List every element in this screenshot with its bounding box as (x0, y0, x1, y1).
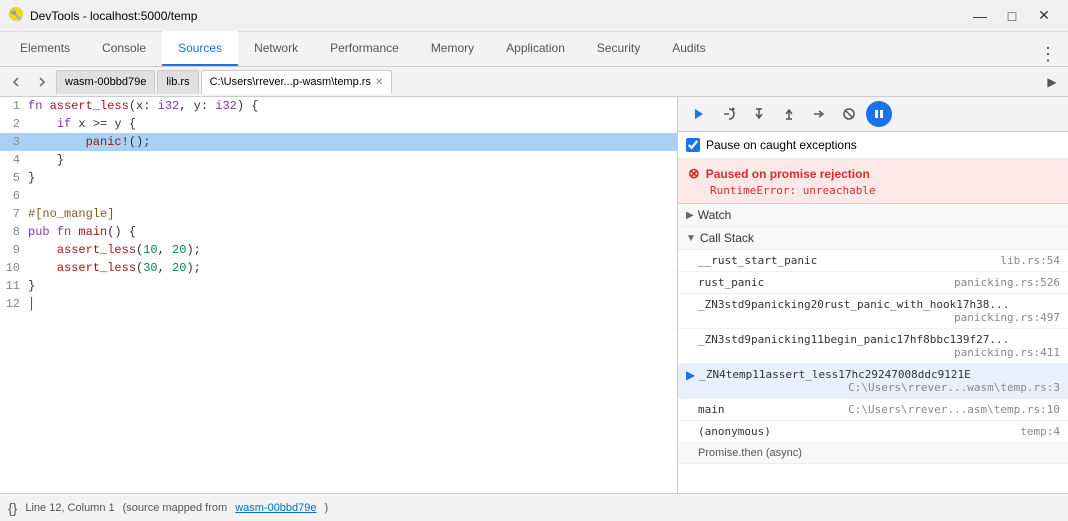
source-map-end: ) (325, 502, 329, 514)
tab-application[interactable]: Application (490, 31, 581, 66)
tab-sources[interactable]: Sources (162, 31, 238, 66)
file-tab-librs[interactable]: lib.rs (157, 70, 198, 94)
error-banner: ⊗ Paused on promise rejection RuntimeErr… (678, 159, 1068, 204)
step-button[interactable] (806, 101, 832, 127)
tab-audits[interactable]: Audits (656, 31, 721, 66)
maximize-button[interactable]: □ (996, 0, 1028, 32)
devtools-icon: 🔧 (8, 6, 24, 25)
source-map-text: (source mapped from (123, 502, 228, 514)
file-nav-right[interactable]: ▶ (1040, 70, 1064, 94)
file-tab-wasm[interactable]: wasm-00bbd79e (56, 70, 155, 94)
format-button[interactable]: {} (8, 500, 17, 516)
close-tab-icon[interactable]: ✕ (375, 77, 383, 88)
tab-elements[interactable]: Elements (4, 31, 86, 66)
code-line-9: 9 assert_less(10, 20); (0, 241, 677, 259)
stack-entry-3[interactable]: _ZN3std9panicking11begin_panic17hf8bbc13… (678, 329, 1068, 364)
current-frame-arrow: ▶ (686, 368, 695, 382)
source-link[interactable]: wasm-00bbd79e (235, 502, 316, 514)
pause-on-caught-label: Pause on caught exceptions (706, 138, 857, 152)
error-title-text: Paused on promise rejection (706, 167, 870, 181)
callstack-section-header[interactable]: ▼ Call Stack (678, 227, 1068, 250)
debug-toolbar (678, 97, 1068, 132)
right-panel-content: Pause on caught exceptions ⊗ Paused on p… (678, 132, 1068, 493)
code-line-2: 2 if x >= y { (0, 115, 677, 133)
code-line-6: 6 (0, 187, 677, 205)
pause-on-caught-checkbox[interactable] (686, 138, 700, 152)
file-tab-wasm-label: wasm-00bbd79e (65, 76, 146, 88)
devtools-tab-bar: Elements Console Sources Network Perform… (0, 32, 1068, 67)
code-line-7: 7 #[no_mangle] (0, 205, 677, 223)
window-title: DevTools - localhost:5000/temp (30, 9, 197, 23)
code-panel: 1 fn assert_less(x: i32, y: i32) { 2 if … (0, 97, 678, 493)
stack-entry-2[interactable]: _ZN3std9panicking20rust_panic_with_hook1… (678, 294, 1068, 329)
stack-entry-6[interactable]: (anonymous) temp:4 (678, 421, 1068, 443)
main-area: 1 fn assert_less(x: i32, y: i32) { 2 if … (0, 97, 1068, 493)
back-button[interactable] (4, 70, 28, 94)
code-line-12: 12 │ (0, 295, 677, 313)
code-line-3: 3 panic!(); (0, 133, 677, 151)
error-detail-text: RuntimeError: unreachable (688, 184, 1058, 197)
code-line-4: 4 } (0, 151, 677, 169)
callstack-chevron: ▼ (686, 233, 696, 244)
promise-async-row: Promise.then (async) (678, 443, 1068, 464)
file-tab-librs-label: lib.rs (166, 76, 189, 88)
right-panel: Pause on caught exceptions ⊗ Paused on p… (678, 97, 1068, 493)
tab-console[interactable]: Console (86, 31, 162, 66)
watch-label: Watch (698, 208, 732, 222)
callstack-label: Call Stack (700, 231, 754, 245)
code-line-10: 10 assert_less(30, 20); (0, 259, 677, 277)
promise-async-label: Promise.then (async) (698, 447, 802, 459)
tab-performance[interactable]: Performance (314, 31, 415, 66)
tab-security[interactable]: Security (581, 31, 656, 66)
stack-entry-5[interactable]: main C:\Users\rrever...asm\temp.rs:10 (678, 399, 1068, 421)
stack-entry-4[interactable]: ▶ _ZN4temp11assert_less17hc29247008ddc91… (678, 364, 1068, 399)
title-bar: 🔧 DevTools - localhost:5000/temp — □ ✕ (0, 0, 1068, 32)
cursor-position: Line 12, Column 1 (25, 502, 114, 514)
pause-on-caught-row: Pause on caught exceptions (678, 132, 1068, 159)
stack-entry-1[interactable]: rust_panic panicking.rs:526 (678, 272, 1068, 294)
watch-chevron: ▶ (686, 210, 694, 221)
close-button[interactable]: ✕ (1028, 0, 1060, 32)
tab-memory[interactable]: Memory (415, 31, 490, 66)
file-tab-temprs-label: C:\Users\rrever...p-wasm\temp.rs (210, 76, 371, 88)
tab-network[interactable]: Network (238, 31, 314, 66)
status-bar: {} Line 12, Column 1 (source mapped from… (0, 493, 1068, 521)
forward-button[interactable] (30, 70, 54, 94)
file-tab-temprs[interactable]: C:\Users\rrever...p-wasm\temp.rs ✕ (201, 70, 393, 94)
deactivate-breakpoints-button[interactable] (836, 101, 862, 127)
step-out-button[interactable] (776, 101, 802, 127)
pause-button[interactable] (866, 101, 892, 127)
code-line-1: 1 fn assert_less(x: i32, y: i32) { (0, 97, 677, 115)
svg-text:🔧: 🔧 (10, 8, 22, 21)
code-line-8: 8 pub fn main() { (0, 223, 677, 241)
stack-entry-0[interactable]: __rust_start_panic lib.rs:54 (678, 250, 1068, 272)
resume-button[interactable] (686, 101, 712, 127)
code-line-11: 11 } (0, 277, 677, 295)
minimize-button[interactable]: — (964, 0, 996, 32)
step-over-button[interactable] (716, 101, 742, 127)
code-editor[interactable]: 1 fn assert_less(x: i32, y: i32) { 2 if … (0, 97, 677, 493)
sources-file-bar: wasm-00bbd79e lib.rs C:\Users\rrever...p… (0, 67, 1068, 97)
step-into-button[interactable] (746, 101, 772, 127)
code-line-5: 5 } (0, 169, 677, 187)
more-menu-button[interactable]: ⋮ (1036, 42, 1060, 66)
watch-section-header[interactable]: ▶ Watch (678, 204, 1068, 227)
error-icon: ⊗ (688, 165, 700, 182)
